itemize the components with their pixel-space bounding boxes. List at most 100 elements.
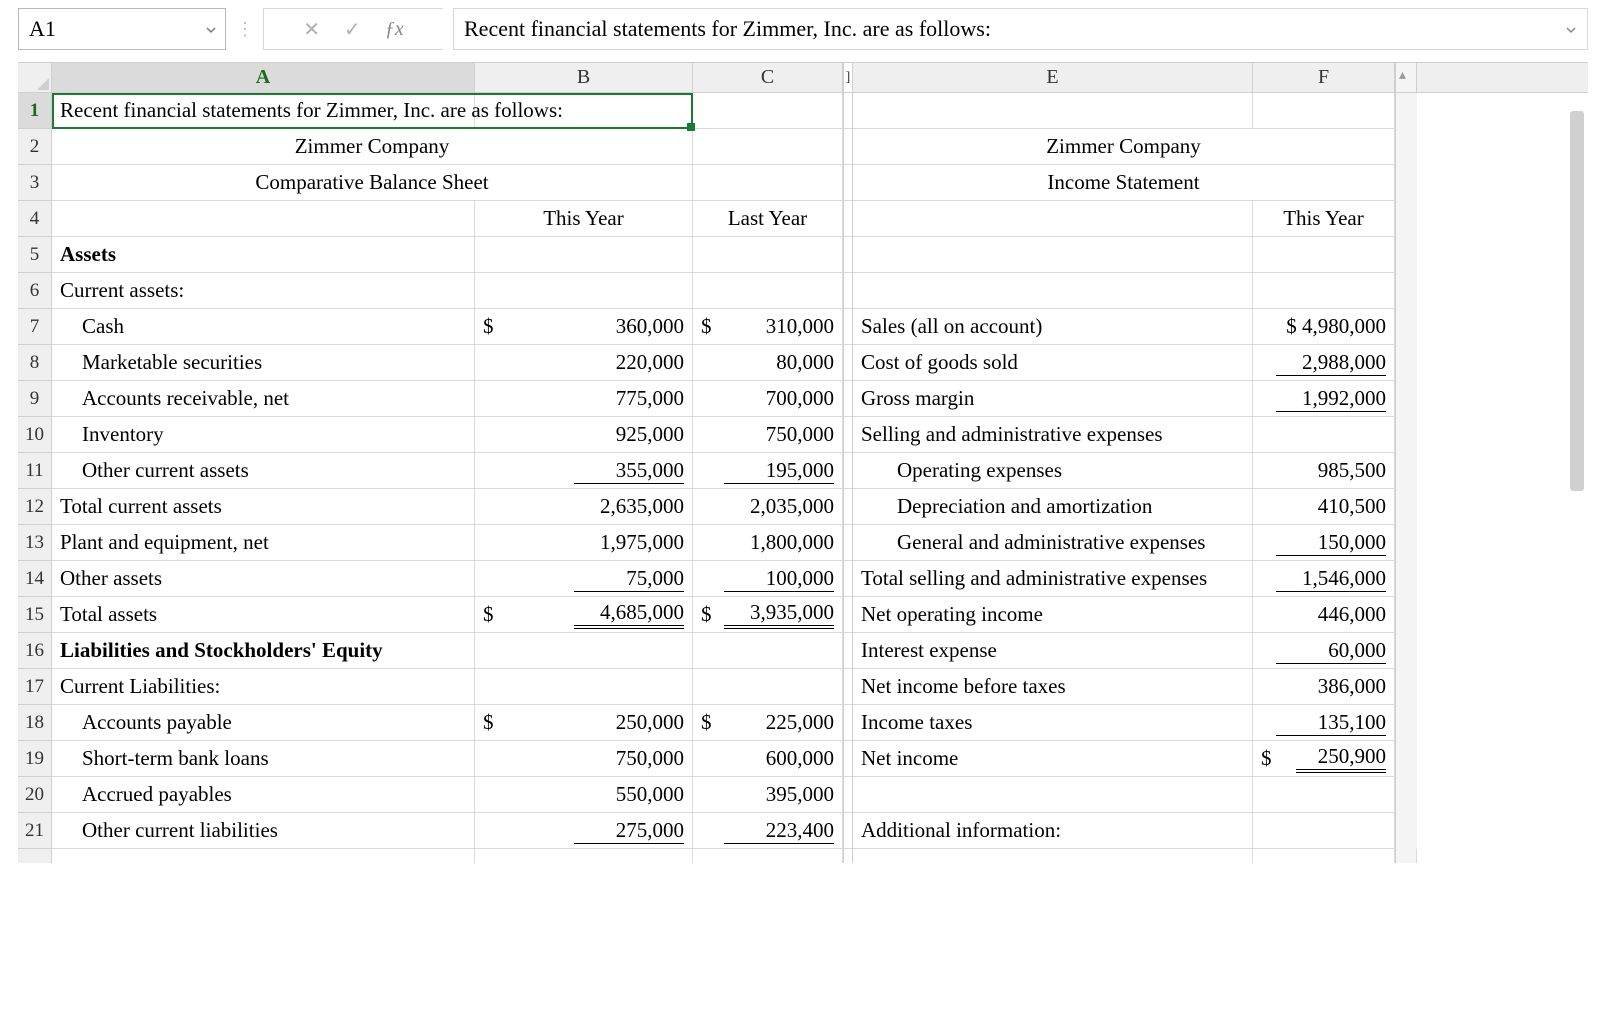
cell-E1[interactable] (853, 93, 1253, 129)
vertical-scrollbar[interactable]: ▴ (1395, 63, 1417, 92)
cell-B1[interactable] (475, 93, 693, 129)
row-header-6[interactable]: 6 (18, 273, 52, 309)
cell-A4[interactable] (52, 201, 475, 237)
row-header-16[interactable]: 16 (18, 633, 52, 669)
cell-F20[interactable] (1253, 777, 1395, 813)
cell-E8[interactable]: Cost of goods sold (853, 345, 1253, 381)
cell-E14[interactable]: Total selling and administrative expense… (853, 561, 1253, 597)
row-header-11[interactable]: 11 (18, 453, 52, 489)
cell-B8[interactable]: 220,000 (475, 345, 693, 381)
vertical-scrollbar-track[interactable] (1395, 237, 1417, 273)
cell-A16[interactable]: Liabilities and Stockholders' Equity (52, 633, 475, 669)
cell-C6[interactable] (693, 273, 843, 309)
cell-E2[interactable]: Zimmer Company (853, 129, 1395, 165)
vertical-scrollbar-track[interactable] (1395, 417, 1417, 453)
cell-E21[interactable]: Additional information: (853, 813, 1253, 849)
cell-E11[interactable]: Operating expenses (853, 453, 1253, 489)
cell[interactable] (1253, 849, 1395, 863)
scroll-up-icon[interactable]: ▴ (1399, 67, 1406, 84)
cell-F14[interactable]: 1,546,000 (1253, 561, 1395, 597)
cell-C21[interactable]: 223,400 (693, 813, 843, 849)
cell-C19[interactable]: 600,000 (693, 741, 843, 777)
vertical-scrollbar-track[interactable] (1395, 201, 1417, 237)
vertical-scrollbar-track[interactable] (1395, 453, 1417, 489)
cell-B5[interactable] (475, 237, 693, 273)
vertical-scrollbar-track[interactable] (1395, 345, 1417, 381)
cell-C16[interactable] (693, 633, 843, 669)
cell-A11[interactable]: Other current assets (52, 453, 475, 489)
cell-E7[interactable]: Sales (all on account) (853, 309, 1253, 345)
cell-C17[interactable] (693, 669, 843, 705)
row-header-14[interactable]: 14 (18, 561, 52, 597)
vertical-scrollbar-track[interactable] (1395, 129, 1417, 165)
row-header-21[interactable]: 21 (18, 813, 52, 849)
row-header-9[interactable]: 9 (18, 381, 52, 417)
vertical-scrollbar-track[interactable] (1395, 777, 1417, 813)
row-header-22[interactable] (18, 849, 52, 863)
cell-E15[interactable]: Net operating income (853, 597, 1253, 633)
vertical-scrollbar-track[interactable] (1395, 93, 1417, 129)
vertical-scrollbar-track[interactable] (1395, 273, 1417, 309)
cell-B10[interactable]: 925,000 (475, 417, 693, 453)
cell-B20[interactable]: 550,000 (475, 777, 693, 813)
cell-F13[interactable]: 150,000 (1253, 525, 1395, 561)
vertical-scrollbar-track[interactable] (1395, 705, 1417, 741)
col-header-F[interactable]: F (1253, 63, 1395, 92)
col-header-E[interactable]: E (853, 63, 1253, 92)
cell-B15[interactable]: $4,685,000 (475, 597, 693, 633)
cell-E5[interactable] (853, 237, 1253, 273)
cell-F16[interactable]: 60,000 (1253, 633, 1395, 669)
cell-E3[interactable]: Income Statement (853, 165, 1395, 201)
cell-E9[interactable]: Gross margin (853, 381, 1253, 417)
row-header-7[interactable]: 7 (18, 309, 52, 345)
cell-E13[interactable]: General and administrative expenses (853, 525, 1253, 561)
vertical-scrollbar-track[interactable] (1395, 669, 1417, 705)
cell-A2[interactable]: Zimmer Company (52, 129, 693, 165)
row-header-13[interactable]: 13 (18, 525, 52, 561)
cell-F8[interactable]: 2,988,000 (1253, 345, 1395, 381)
cell-A1[interactable]: Recent financial statements for Zimmer, … (52, 93, 475, 129)
cell-F15[interactable]: 446,000 (1253, 597, 1395, 633)
row-header-12[interactable]: 12 (18, 489, 52, 525)
row-header-8[interactable]: 8 (18, 345, 52, 381)
cell-C8[interactable]: 80,000 (693, 345, 843, 381)
cell-E6[interactable] (853, 273, 1253, 309)
cell-A20[interactable]: Accrued payables (52, 777, 475, 813)
cell-B16[interactable] (475, 633, 693, 669)
vertical-scrollbar-track[interactable] (1395, 489, 1417, 525)
cancel-icon[interactable]: ✕ (303, 17, 320, 42)
name-box[interactable]: A1 (18, 8, 226, 50)
chevron-down-icon[interactable] (1565, 16, 1577, 42)
cell-C12[interactable]: 2,035,000 (693, 489, 843, 525)
cell-C1[interactable] (693, 93, 843, 129)
cell-A21[interactable]: Other current liabilities (52, 813, 475, 849)
vertical-scrollbar-track[interactable] (1395, 813, 1417, 849)
vertical-scrollbar-track[interactable] (1395, 165, 1417, 201)
cell[interactable] (475, 849, 693, 863)
cell-A10[interactable]: Inventory (52, 417, 475, 453)
row-header-19[interactable]: 19 (18, 741, 52, 777)
row-header-5[interactable]: 5 (18, 237, 52, 273)
cell-A12[interactable]: Total current assets (52, 489, 475, 525)
cell-B9[interactable]: 775,000 (475, 381, 693, 417)
cell-E18[interactable]: Income taxes (853, 705, 1253, 741)
cell-B7[interactable]: $360,000 (475, 309, 693, 345)
vertical-scrollbar-track[interactable] (1395, 633, 1417, 669)
cell-F6[interactable] (1253, 273, 1395, 309)
cell-F7[interactable]: $ 4,980,000 (1253, 309, 1395, 345)
cell-A8[interactable]: Marketable securities (52, 345, 475, 381)
cell-C13[interactable]: 1,800,000 (693, 525, 843, 561)
cell-E20[interactable] (853, 777, 1253, 813)
cell-C7[interactable]: $310,000 (693, 309, 843, 345)
cell-C14[interactable]: 100,000 (693, 561, 843, 597)
cell-F17[interactable]: 386,000 (1253, 669, 1395, 705)
cell-B21[interactable]: 275,000 (475, 813, 693, 849)
cell-C10[interactable]: 750,000 (693, 417, 843, 453)
formula-input[interactable]: Recent financial statements for Zimmer, … (453, 8, 1588, 50)
cell[interactable] (853, 849, 1253, 863)
cell[interactable] (52, 849, 475, 863)
cell-E19[interactable]: Net income (853, 741, 1253, 777)
cell-F19[interactable]: $250,900 (1253, 741, 1395, 777)
col-header-A[interactable]: A (52, 63, 475, 92)
vertical-scrollbar-track[interactable] (1395, 381, 1417, 417)
